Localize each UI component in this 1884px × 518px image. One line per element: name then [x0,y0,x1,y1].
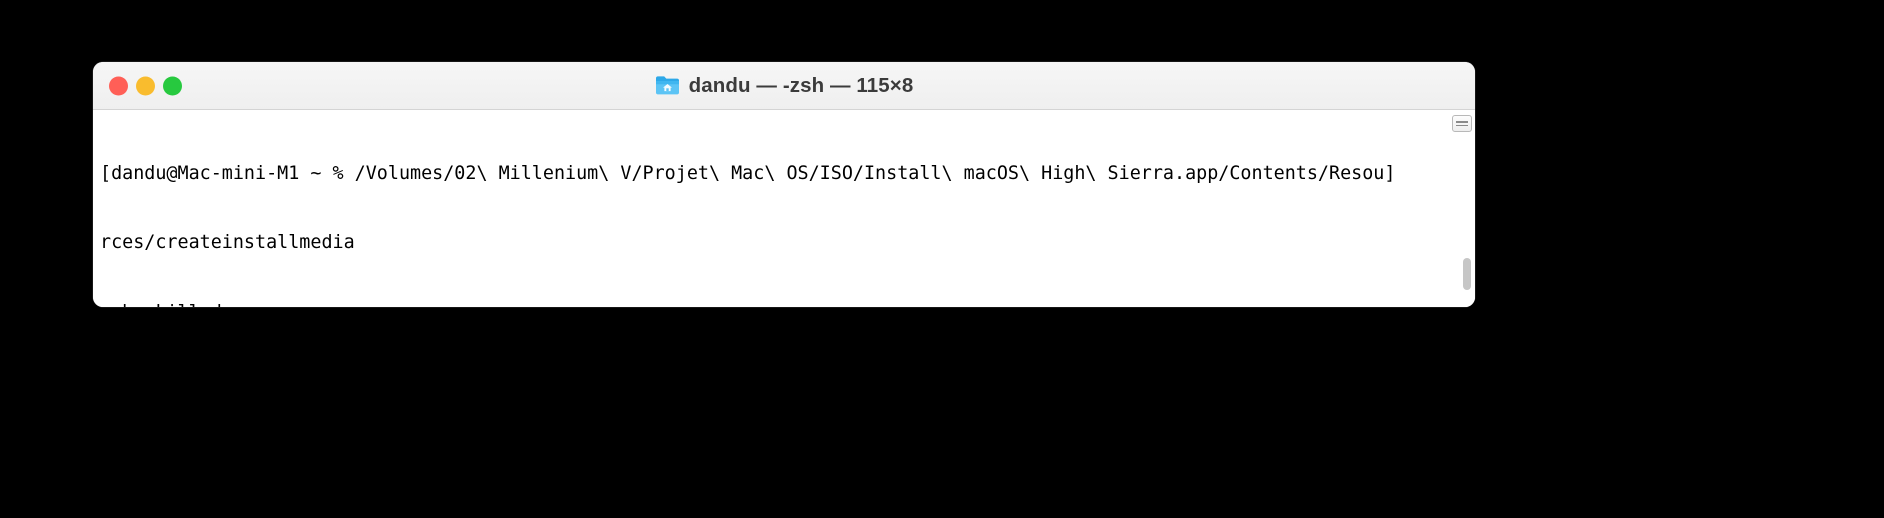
window-titlebar[interactable]: dandu — -zsh — 115×8 [93,62,1475,110]
terminal-line: [dandu@Mac-mini-M1 ~ % /Volumes/02\ Mill… [100,162,1396,184]
vertical-scrollbar[interactable] [1463,138,1471,303]
terminal-line: zsh: killed [100,301,1445,307]
desktop-background: dandu — -zsh — 115×8 [dandu@Mac-mini-M1 … [0,0,1884,518]
home-folder-icon [655,76,679,95]
window-title: dandu — -zsh — 115×8 [688,73,914,97]
menu-icon[interactable] [1452,115,1472,132]
terminal-right-gutter [1450,110,1475,307]
terminal-output: [dandu@Mac-mini-M1 ~ % /Volumes/02\ Mill… [100,115,1445,307]
terminal-window[interactable]: dandu — -zsh — 115×8 [dandu@Mac-mini-M1 … [93,62,1475,307]
window-title-group: dandu — -zsh — 115×8 [93,74,1475,98]
close-button[interactable] [109,76,128,95]
scrollbar-thumb[interactable] [1463,258,1471,290]
minimize-button[interactable] [136,76,155,95]
terminal-line: rces/createinstallmedia [100,232,355,254]
terminal-content-area[interactable]: [dandu@Mac-mini-M1 ~ % /Volumes/02\ Mill… [93,110,1475,307]
maximize-button[interactable] [163,76,182,95]
window-controls [109,76,182,95]
